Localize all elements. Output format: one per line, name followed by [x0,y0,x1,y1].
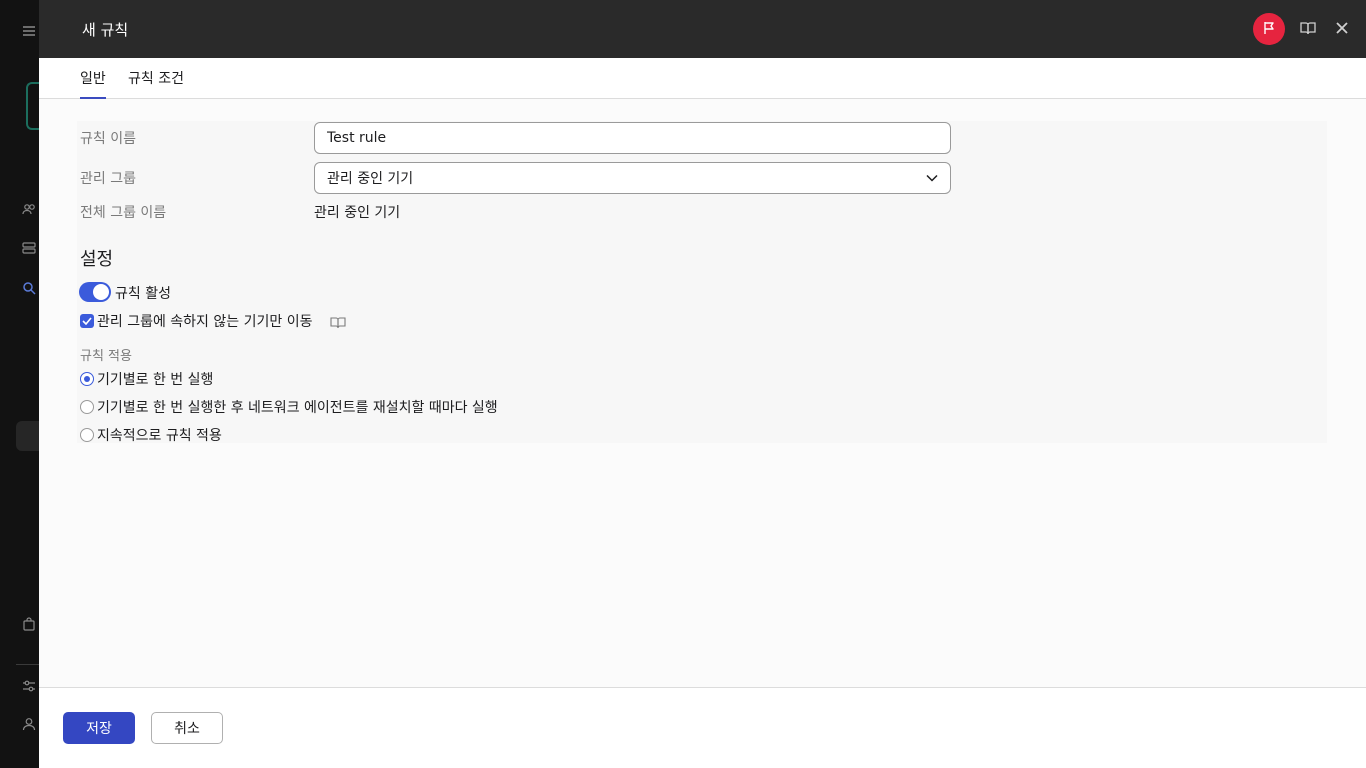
sidebar-active-item[interactable] [16,421,39,451]
rule-active-toggle[interactable] [79,282,111,302]
drawer-header: 새 규칙 [39,0,1366,58]
close-icon [1335,20,1349,39]
apply-option-reinstall-radio[interactable] [80,400,94,414]
book-icon [1300,20,1316,39]
drawer-content: 규칙 이름 관리 그룹 관리 중인 기기 전체 그룹 이름 관리 중인 기기 설… [39,99,1366,687]
chevron-down-icon [926,170,938,186]
apply-rule-label: 규칙 적용 [80,349,132,364]
help-button[interactable] [1298,19,1318,39]
rule-name-input[interactable] [314,122,951,154]
tab-bar: 일반 규칙 조건 [39,58,1366,99]
full-group-name-label: 전체 그룹 이름 [80,205,167,221]
admin-group-select[interactable]: 관리 중인 기기 [314,162,951,194]
user-icon[interactable] [22,717,36,734]
close-button[interactable] [1332,19,1352,39]
drawer-footer: 저장 취소 [39,687,1366,768]
apply-option-once-radio[interactable] [80,372,94,386]
tab-general[interactable]: 일반 [80,68,106,99]
new-rule-drawer: 새 규칙 일반 규칙 조건 규칙 이름 관리 그룹 관리 중인 기기 [39,0,1366,768]
apply-option-once-label: 기기별로 한 번 실행 [97,372,214,388]
flag-icon [1262,20,1276,39]
rule-name-label: 규칙 이름 [80,131,136,147]
flag-button[interactable] [1253,13,1285,45]
apply-option-continuous-label: 지속적으로 규칙 적용 [97,428,222,444]
tab-rule-conditions[interactable]: 규칙 조건 [128,68,184,99]
cancel-button[interactable]: 취소 [151,712,223,744]
background-sidebar [0,0,40,768]
menu-icon[interactable] [22,24,36,41]
toggle-knob [93,284,109,300]
sliders-icon[interactable] [22,679,36,696]
app-logo [26,82,40,130]
users-icon[interactable] [22,202,36,219]
book-icon[interactable] [330,314,346,333]
bag-icon[interactable] [22,617,36,634]
drawer-title: 새 규칙 [82,21,129,39]
full-group-name-value: 관리 중인 기기 [314,205,401,221]
move-only-unassigned-checkbox[interactable] [80,314,94,328]
search-icon[interactable] [22,281,36,298]
admin-group-label: 관리 그룹 [80,171,136,187]
admin-group-value: 관리 중인 기기 [327,171,414,187]
apply-option-continuous-radio[interactable] [80,428,94,442]
settings-title: 설정 [80,249,114,270]
move-only-unassigned-label: 관리 그룹에 속하지 않는 기기만 이동 [97,314,313,330]
apply-option-reinstall-label: 기기별로 한 번 실행한 후 네트워크 에이전트를 재설치할 때마다 실행 [97,400,498,416]
sidebar-divider [16,664,39,665]
rule-active-label: 규칙 활성 [115,286,171,302]
servers-icon[interactable] [22,241,36,258]
save-button[interactable]: 저장 [63,712,135,744]
